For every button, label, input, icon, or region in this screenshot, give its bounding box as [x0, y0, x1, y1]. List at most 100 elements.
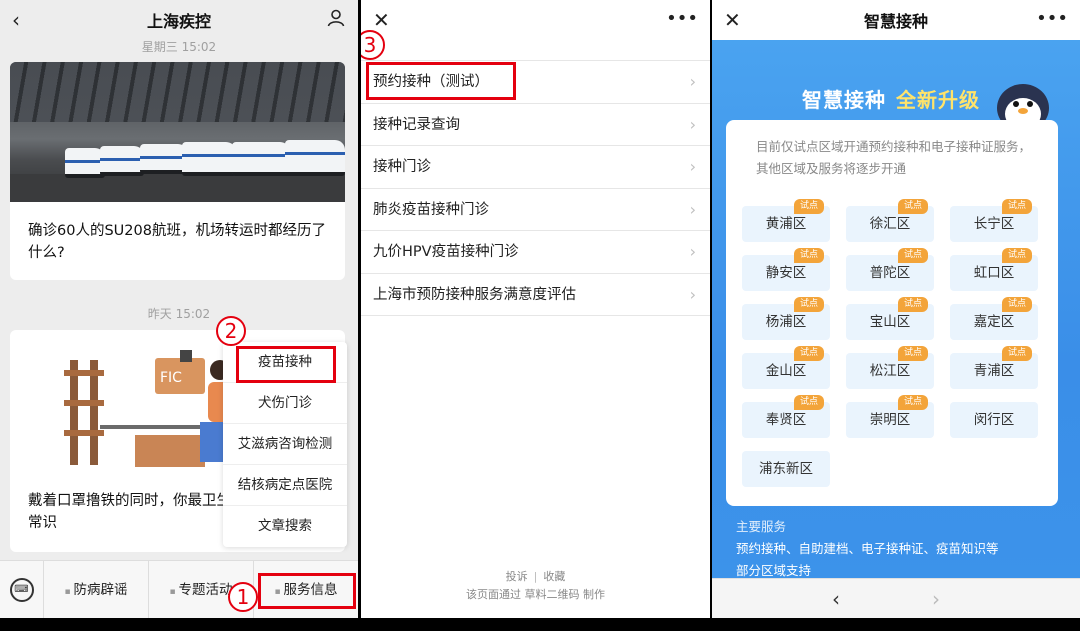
- account-title: 上海疾控: [146, 12, 211, 31]
- menu-label: 接种记录查询: [373, 116, 460, 133]
- back-chevron-icon[interactable]: ‹: [12, 8, 20, 32]
- forward-arrow-icon[interactable]: ›: [932, 587, 940, 611]
- menu-row-survey[interactable]: 上海市预防接种服务满意度评估 ›: [361, 274, 710, 316]
- submenu-article-search[interactable]: 文章搜索: [223, 506, 347, 547]
- more-icon[interactable]: •••: [666, 8, 698, 29]
- pilot-tag: 试点: [794, 395, 824, 410]
- district-button[interactable]: 静安区 试点: [742, 248, 830, 291]
- illus-sign-text: FIC: [160, 370, 182, 386]
- district-button[interactable]: 虹口区 试点: [950, 248, 1038, 291]
- district-button[interactable]: 松江区 试点: [846, 346, 934, 389]
- chevron-right-icon: ›: [689, 199, 696, 219]
- district-button[interactable]: 宝山区 试点: [846, 297, 934, 340]
- close-icon[interactable]: ✕: [373, 8, 390, 32]
- services-list: 预约接种、自助建档、电子接种证、疫苗知识等: [736, 541, 999, 556]
- step-badge-1: 1: [228, 582, 258, 612]
- pilot-tag: 试点: [794, 248, 824, 263]
- chevron-right-icon: ›: [689, 242, 696, 261]
- menu-row-hpv[interactable]: 九价HPV疫苗接种门诊 ›: [361, 231, 710, 274]
- tab-activities-label: 专题活动: [178, 582, 233, 598]
- chevron-right-icon: ›: [689, 157, 696, 176]
- district-name: 崇明区: [869, 412, 911, 428]
- district-button[interactable]: 崇明区 试点: [846, 395, 934, 438]
- service-menu-panel: ✕ ••• 预约接种（测试） › 接种记录查询 › 接种门诊 › 肺炎疫苗接种门诊 › …: [361, 0, 710, 618]
- district-name: 宝山区: [869, 314, 911, 330]
- footer-favorite-link[interactable]: 收藏: [543, 570, 565, 583]
- page-footer: 投诉 | 收藏 该页面通过 草料二维码 制作: [361, 568, 710, 604]
- article-title-1: 确诊60人的SU208航班，机场转运时都经历了什么?: [28, 223, 326, 261]
- pilot-tag: 试点: [898, 297, 928, 312]
- more-icon[interactable]: •••: [1036, 8, 1068, 29]
- step-badge-3: 3: [361, 30, 385, 60]
- district-name: 金山区: [765, 363, 807, 379]
- district-name: 黄浦区: [765, 216, 807, 232]
- nav-bar-3: ✕ 智慧接种 •••: [712, 0, 1080, 40]
- submenu-aids-testing[interactable]: 艾滋病咨询检测: [223, 424, 347, 465]
- keyboard-icon[interactable]: ⌨: [0, 561, 44, 618]
- submenu-dog-bite-clinic[interactable]: 犬伤门诊: [223, 383, 347, 424]
- district-button[interactable]: 长宁区 试点: [950, 199, 1038, 242]
- step-badge-2: 2: [216, 316, 246, 346]
- chevron-right-icon: ›: [689, 114, 696, 134]
- district-name: 普陀区: [869, 265, 911, 281]
- district-button[interactable]: 青浦区 试点: [950, 346, 1038, 389]
- district-name: 青浦区: [973, 363, 1015, 379]
- district-name: 长宁区: [973, 216, 1015, 232]
- person-icon[interactable]: [326, 8, 346, 33]
- pilot-tag: 试点: [898, 346, 928, 361]
- district-name: 静安区: [765, 265, 807, 281]
- nav-bar: ‹ 上海疾控: [0, 0, 358, 40]
- district-button[interactable]: 杨浦区 试点: [742, 297, 830, 340]
- headline: 智慧接种 全新升级: [802, 84, 980, 113]
- tab-rumor[interactable]: ▪ 防病辟谣: [44, 561, 149, 618]
- district-name: 嘉定区: [973, 314, 1015, 330]
- pilot-tag: 试点: [1002, 199, 1032, 214]
- footer-note: 该页面通过 草料二维码 制作: [466, 588, 605, 601]
- menu-label: 肺炎疫苗接种门诊: [373, 201, 489, 218]
- timestamp-2: 昨天 15:02: [147, 307, 211, 321]
- district-button[interactable]: 浦东新区: [742, 451, 830, 487]
- chevron-right-icon: ›: [689, 284, 696, 304]
- district-name: 浦东新区: [759, 461, 813, 477]
- pilot-tag: 试点: [1002, 346, 1032, 361]
- menu-row-pneumonia[interactable]: 肺炎疫苗接种门诊 ›: [361, 189, 710, 231]
- services-heading: 主要服务: [736, 519, 787, 534]
- weightlifting-illustration: FIC: [64, 350, 240, 467]
- article-photo: [10, 62, 345, 202]
- headline-upgrade: 全新升级: [896, 88, 980, 112]
- submenu-tb-hospital[interactable]: 结核病定点医院: [223, 465, 347, 506]
- highlight-box-appointment: [366, 62, 516, 100]
- notice-text: 目前仅试点区域开通预约接种和电子接种证服务，其他区域及服务将逐步开通: [756, 139, 1032, 176]
- pilot-tag: 试点: [898, 248, 928, 263]
- article-card-1[interactable]: 确诊60人的SU208航班，机场转运时都经历了什么?: [10, 62, 345, 280]
- headline-main: 智慧接种: [802, 88, 886, 112]
- district-button[interactable]: 普陀区 试点: [846, 248, 934, 291]
- district-name: 闵行区: [973, 412, 1015, 428]
- district-button[interactable]: 奉贤区 试点: [742, 395, 830, 438]
- district-button[interactable]: 徐汇区 试点: [846, 199, 934, 242]
- wechat-official-account-panel: ‹ 上海疾控 星期三 15:02 确诊60人的SU208航班，机场转运时都经历了…: [0, 0, 358, 618]
- menu-row-records[interactable]: 接种记录查询 ›: [361, 104, 710, 146]
- hero-area: 智慧接种 全新升级 目前仅试点区域开通预约接种和电子接种证服务，其他区域及服务将逐…: [712, 40, 1080, 578]
- district-name: 松江区: [869, 363, 911, 379]
- pilot-tag: 试点: [794, 297, 824, 312]
- pilot-tag: 试点: [1002, 297, 1032, 312]
- district-button[interactable]: 闵行区: [950, 402, 1038, 438]
- pilot-tag: 试点: [898, 395, 928, 410]
- page-title: 智慧接种: [863, 12, 928, 31]
- close-icon[interactable]: ✕: [724, 8, 741, 32]
- district-button[interactable]: 黄浦区 试点: [742, 199, 830, 242]
- menu-row-clinic[interactable]: 接种门诊 ›: [361, 146, 710, 189]
- district-button[interactable]: 金山区 试点: [742, 346, 830, 389]
- back-arrow-icon[interactable]: ‹: [832, 587, 840, 611]
- district-name: 徐汇区: [869, 216, 911, 232]
- tab-rumor-label: 防病辟谣: [73, 582, 128, 598]
- article-title-2: 戴着口罩撸铁的同时，你最卫生常识: [28, 493, 231, 531]
- browser-toolbar: ‹ ›: [712, 578, 1080, 618]
- services-more: 部分区域支持: [736, 563, 812, 578]
- footer-complaint-link[interactable]: 投诉: [506, 570, 528, 583]
- menu-label: 接种门诊: [373, 159, 431, 175]
- district-button[interactable]: 嘉定区 试点: [950, 297, 1038, 340]
- district-name: 杨浦区: [765, 314, 807, 330]
- pilot-tag: 试点: [898, 199, 928, 214]
